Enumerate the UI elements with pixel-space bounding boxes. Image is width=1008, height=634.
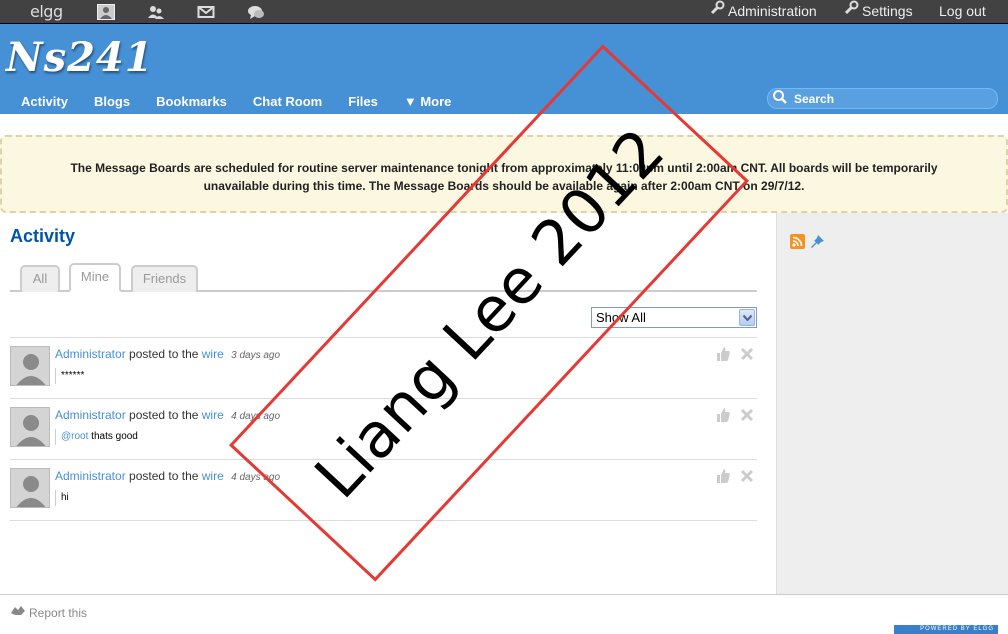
wire-link[interactable]: wire <box>202 469 224 483</box>
report-label: Report this <box>29 605 88 620</box>
activity-filter-select[interactable]: Show All <box>591 307 757 328</box>
like-icon[interactable] <box>715 468 731 487</box>
banner-message: The Message Boards are scheduled for rou… <box>70 161 938 193</box>
activity-river: Administrator posted to the wire 3 days … <box>10 337 757 521</box>
list-item: Administrator posted to the wire 3 days … <box>10 338 757 399</box>
item-actions <box>715 468 755 487</box>
page-title: Activity <box>10 226 76 246</box>
chevron-down-icon[interactable] <box>739 309 755 326</box>
main-content: Activity All Mine Friends Show All Admin… <box>0 213 776 594</box>
message-text: ****** <box>61 370 85 381</box>
administration-link[interactable]: Administration <box>709 0 817 23</box>
list-item: Administrator posted to the wire 4 days … <box>10 399 757 460</box>
nav-item-bookmarks[interactable]: Bookmarks <box>143 94 240 110</box>
wire-link[interactable]: wire <box>202 408 224 422</box>
wrench-icon <box>709 0 725 23</box>
nav-item-more[interactable]: ▼ More <box>391 94 465 110</box>
item-message: ****** <box>55 368 84 384</box>
item-summary: Administrator posted to the wire 3 days … <box>55 347 280 361</box>
filter-value: Show All <box>596 310 646 325</box>
user-link[interactable]: Administrator <box>55 408 126 422</box>
profile-icon[interactable] <box>97 4 115 20</box>
item-actions <box>715 407 755 426</box>
settings-label: Settings <box>862 3 913 19</box>
search-placeholder: Search <box>794 91 835 106</box>
search-icon <box>772 89 788 108</box>
rss-icon[interactable] <box>790 234 805 252</box>
delete-icon[interactable] <box>739 468 755 487</box>
powered-by-elgg-badge[interactable]: POWERED BY ELGG <box>894 625 998 634</box>
nav-item-files[interactable]: Files <box>335 94 391 110</box>
main-nav: Activity Blogs Bookmarks Chat Room Files… <box>8 94 464 110</box>
timestamp: 4 days ago <box>231 472 281 483</box>
message-text: thats good <box>88 431 138 442</box>
timestamp: 4 days ago <box>231 411 281 422</box>
topbar: elgg Administration Settings Log out <box>0 0 1008 24</box>
wrench-icon <box>843 0 859 23</box>
avatar[interactable] <box>10 468 50 508</box>
verb-text: posted to the <box>129 469 199 483</box>
user-link[interactable]: Administrator <box>55 469 126 483</box>
mention-link[interactable]: @root <box>61 431 88 442</box>
item-message: hi <box>55 490 69 506</box>
activity-tabs: All Mine Friends <box>10 263 757 292</box>
tab-mine[interactable]: Mine <box>69 263 121 292</box>
tab-all[interactable]: All <box>20 265 60 292</box>
delete-icon[interactable] <box>739 346 755 365</box>
settings-link[interactable]: Settings <box>843 0 913 23</box>
item-summary: Administrator posted to the wire 4 days … <box>55 408 280 422</box>
report-icon <box>10 604 26 621</box>
verb-text: posted to the <box>129 408 199 422</box>
item-summary: Administrator posted to the wire 4 days … <box>55 469 280 483</box>
report-this-link[interactable]: Report this <box>10 604 87 621</box>
nav-item-chat-room[interactable]: Chat Room <box>240 94 335 110</box>
like-icon[interactable] <box>715 407 731 426</box>
messages-icon[interactable] <box>197 4 215 20</box>
avatar[interactable] <box>10 346 50 386</box>
logout-link[interactable]: Log out <box>939 0 986 23</box>
maintenance-banner: The Message Boards are scheduled for rou… <box>0 135 1008 213</box>
item-message: @root thats good <box>55 429 138 445</box>
elgg-logo[interactable]: elgg <box>30 0 63 23</box>
nav-item-activity[interactable]: Activity <box>8 94 81 110</box>
verb-text: posted to the <box>129 347 199 361</box>
administration-label: Administration <box>728 3 817 19</box>
site-header: Ns241 Activity Blogs Bookmarks Chat Room… <box>0 24 1008 114</box>
search-input[interactable]: Search <box>767 88 998 109</box>
tab-friends[interactable]: Friends <box>131 265 198 292</box>
friends-icon[interactable] <box>147 4 165 20</box>
sidebar <box>776 213 1008 594</box>
list-item: Administrator posted to the wire 4 days … <box>10 460 757 521</box>
like-icon[interactable] <box>715 346 731 365</box>
item-actions <box>715 346 755 365</box>
message-text: hi <box>61 492 69 503</box>
delete-icon[interactable] <box>739 407 755 426</box>
timestamp: 3 days ago <box>231 350 281 361</box>
user-link[interactable]: Administrator <box>55 347 126 361</box>
nav-item-blogs[interactable]: Blogs <box>81 94 143 110</box>
avatar[interactable] <box>10 407 50 447</box>
chat-icon[interactable] <box>247 4 265 20</box>
pin-icon[interactable] <box>809 234 825 253</box>
site-title[interactable]: Ns241 <box>6 34 154 81</box>
footer: Report this POWERED BY ELGG <box>0 594 1008 634</box>
wire-link[interactable]: wire <box>202 347 224 361</box>
